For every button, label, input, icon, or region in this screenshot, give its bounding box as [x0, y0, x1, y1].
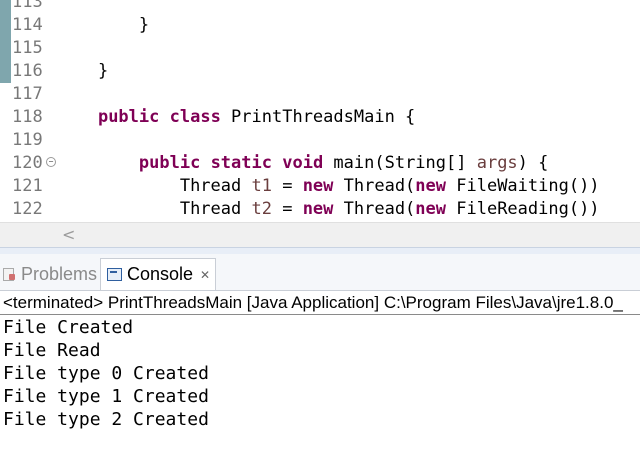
tab-console[interactable]: Console ✕: [100, 258, 216, 290]
tab-problems-label: Problems: [21, 263, 98, 284]
code-line[interactable]: 119: [0, 129, 640, 152]
code-line[interactable]: 117: [0, 83, 640, 106]
fold-toggle-icon[interactable]: −: [46, 157, 56, 167]
variable-token: args: [476, 153, 518, 173]
code-token: =: [271, 199, 303, 219]
line-number: 120: [12, 153, 43, 173]
quick-diff-marker: [0, 60, 11, 83]
variable-token: t1: [251, 176, 272, 196]
panel-sash[interactable]: [0, 247, 640, 254]
keyword-token: new: [302, 199, 334, 219]
keyword-token: new: [302, 176, 334, 196]
console-output-line: File Read: [3, 340, 101, 361]
code-token: PrintThreadsMain {: [220, 107, 416, 127]
code-text: }: [57, 14, 149, 37]
keyword-token: static: [210, 153, 272, 173]
bottom-panel-tabbar: Problems Console ✕: [0, 254, 640, 291]
console-output[interactable]: File Created File Read File type 0 Created…: [0, 316, 640, 473]
code-text: }: [57, 60, 108, 83]
code-token: main(String[]: [323, 153, 477, 173]
line-number: 122: [12, 199, 43, 219]
line-number: 114: [12, 15, 43, 35]
line-number: 113: [12, 0, 43, 12]
quick-diff-marker: [0, 14, 11, 37]
problems-icon: [2, 267, 16, 281]
keyword-token: class: [169, 107, 221, 127]
console-icon: [107, 268, 122, 281]
code-token: Thread(: [333, 176, 416, 196]
console-status-line: <terminated> PrintThreadsMain [Java Appl…: [0, 291, 640, 315]
console-output-line: File type 0 Created: [3, 363, 209, 384]
code-token: =: [271, 176, 303, 196]
code-line[interactable]: 115: [0, 37, 640, 60]
keyword-token: public: [97, 107, 160, 127]
code-line[interactable]: 121 Thread t1 = new Thread(new FileWaiti…: [0, 175, 640, 198]
variable-token: t2: [251, 199, 272, 219]
keyword-token: new: [415, 199, 447, 219]
code-line[interactable]: 114 }: [0, 14, 640, 37]
code-line[interactable]: 120− public static void main(String[] ar…: [0, 152, 640, 175]
code-token: FileReading()): [446, 199, 600, 219]
code-token: Thread: [179, 176, 252, 196]
code-token: FileWaiting()): [446, 176, 600, 196]
console-output-line: File Created: [3, 317, 134, 338]
code-text: public static void main(String[] args) {: [57, 152, 549, 175]
code-editor[interactable]: 113 114 } 115 116 } 117 118 public class Prin…: [0, 0, 640, 222]
code-text: Thread t1 = new Thread(new FileWaiting()…: [57, 175, 600, 198]
close-icon[interactable]: ✕: [200, 268, 210, 282]
code-token: ) {: [517, 153, 549, 173]
code-token: }: [138, 15, 150, 35]
keyword-token: void: [282, 153, 324, 173]
code-line[interactable]: 113: [0, 0, 640, 14]
tab-console-label: Console: [127, 264, 194, 284]
quick-diff-marker: [0, 0, 11, 14]
keyword-token: public: [138, 153, 201, 173]
code-token: }: [97, 61, 109, 81]
editor-horizontal-scrollbar[interactable]: <: [0, 222, 640, 247]
line-number: 118: [12, 107, 43, 127]
line-number: 121: [12, 176, 43, 196]
line-number: 116: [12, 61, 43, 81]
code-line[interactable]: 118 public class PrintThreadsMain {: [0, 106, 640, 129]
console-output-line: File type 2 Created: [3, 409, 209, 430]
code-token: Thread(: [333, 199, 416, 219]
code-token: Thread: [179, 199, 252, 219]
scrollbar-gutter: [0, 223, 56, 247]
line-number: 115: [12, 38, 43, 58]
code-line[interactable]: 116 }: [0, 60, 640, 83]
line-number: 117: [12, 84, 43, 104]
scroll-left-arrow-icon[interactable]: <: [62, 225, 75, 244]
code-text: Thread t2 = new Thread(new FileReading()…: [57, 198, 600, 221]
console-output-line: File type 1 Created: [3, 386, 209, 407]
keyword-token: new: [415, 176, 447, 196]
code-line[interactable]: 122 Thread t2 = new Thread(new FileReadi…: [0, 198, 640, 221]
code-text: public class PrintThreadsMain {: [57, 106, 415, 129]
line-number: 119: [12, 130, 43, 150]
quick-diff-marker: [0, 37, 11, 60]
tab-problems[interactable]: Problems: [2, 258, 97, 290]
